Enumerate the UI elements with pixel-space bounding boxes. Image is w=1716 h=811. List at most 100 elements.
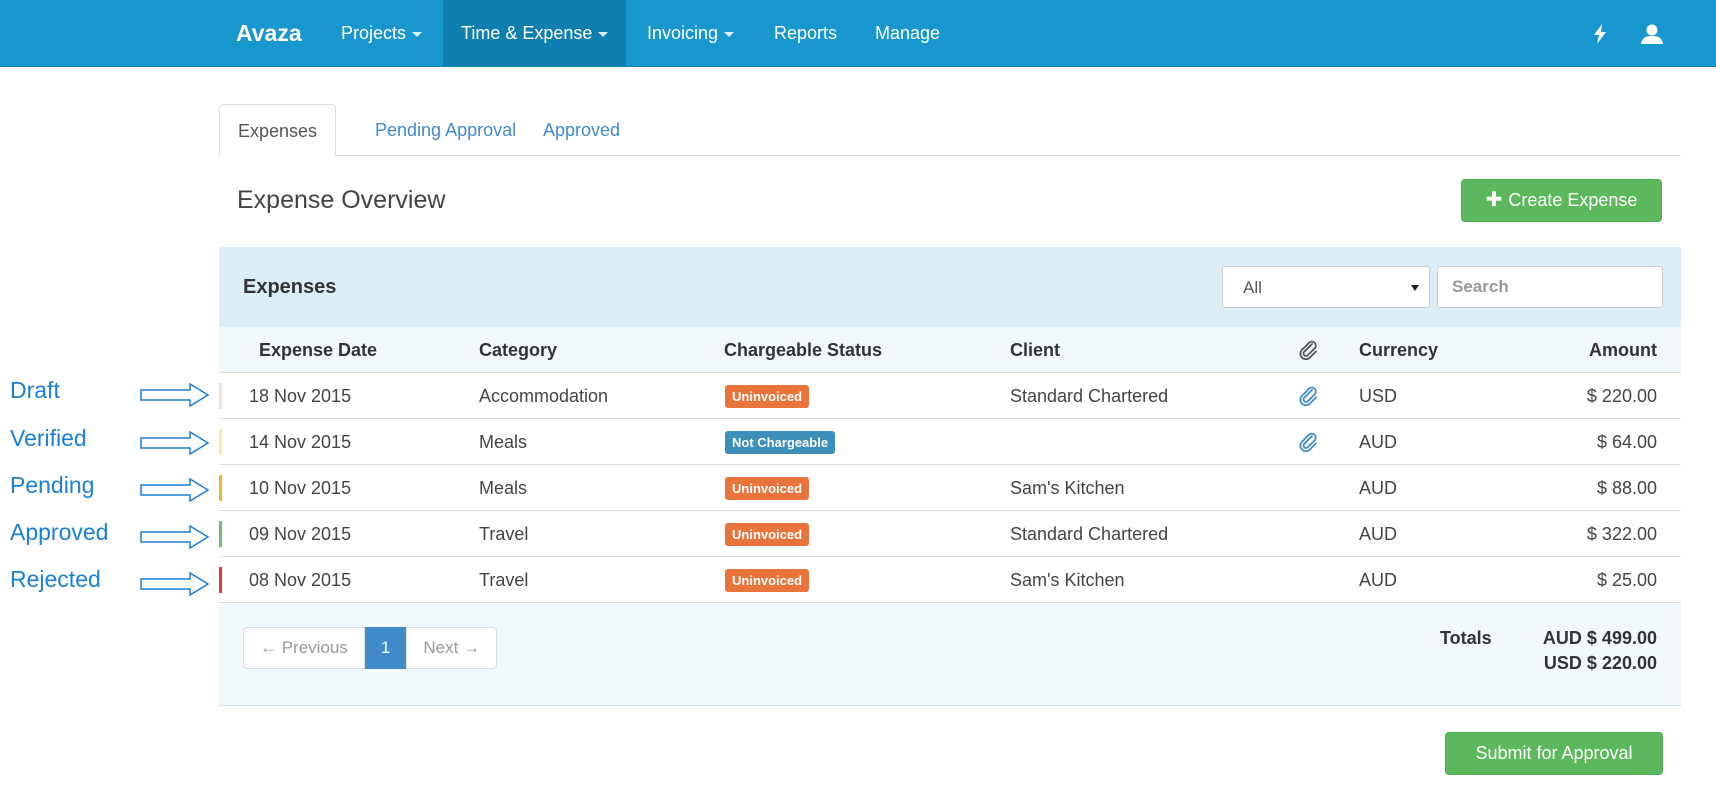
nav-reports-label: Reports (774, 23, 838, 43)
chargeable-status-badge: Uninvoiced (725, 569, 810, 592)
cell-date: 08 Nov 2015 (249, 570, 352, 590)
nav-reports[interactable]: Reports (756, 0, 855, 67)
expenses-panel-header: Expenses All (219, 247, 1681, 327)
status-indicator (219, 383, 222, 409)
col-amount[interactable]: Amount (1589, 327, 1657, 373)
nav-time-expense[interactable]: Time & Expense (443, 0, 627, 67)
total-aud: AUD $ 499.00 (1542, 628, 1657, 648)
cell-category: Meals (479, 432, 528, 452)
expense-tabs: Expenses Pending Approval Approved (219, 104, 1681, 157)
current-page-button[interactable]: 1 (364, 627, 407, 669)
cell-amount: $ 64.00 (1596, 432, 1657, 452)
cell-currency: AUD (1359, 570, 1398, 590)
cell-amount: $ 88.00 (1596, 478, 1657, 498)
table-body: 18 Nov 2015 Accommodation Uninvoiced Standa… (219, 373, 1681, 603)
nav-time-expense-label: Time & Expense (461, 23, 593, 43)
submit-for-approval-button[interactable]: Submit for Approval (1445, 732, 1663, 775)
create-expense-button[interactable]: ✚ Create Expense (1461, 179, 1662, 222)
cell-amount: $ 322.00 (1586, 524, 1657, 544)
total-usd: USD $ 220.00 (1543, 653, 1657, 673)
arrow-right-icon (140, 477, 210, 503)
cell-date: 09 Nov 2015 (249, 524, 352, 544)
attachment-icon[interactable] (1298, 385, 1320, 407)
col-currency[interactable]: Currency (1359, 327, 1438, 373)
arrow-right-icon (140, 571, 210, 597)
caret-down-icon (598, 31, 609, 37)
totals-label: Totals (1440, 628, 1492, 648)
cell-amount: $ 25.00 (1596, 570, 1657, 590)
cell-currency: AUD (1359, 524, 1398, 544)
brand-logo[interactable]: Avaza (236, 0, 302, 67)
annotation-label: Pending (10, 472, 95, 498)
table-row[interactable]: 10 Nov 2015 Meals Uninvoiced Sam's Kitchen A… (219, 465, 1681, 511)
nav-manage[interactable]: Manage (857, 0, 958, 67)
table-row[interactable]: 14 Nov 2015 Meals Not Chargeable AUD $ 64.00 (219, 419, 1681, 465)
attachment-icon (1298, 339, 1320, 361)
filter-selected-value: All (1243, 278, 1262, 297)
annotation-label: Verified (10, 425, 87, 451)
col-chargeable-status[interactable]: Chargeable Status (724, 327, 882, 373)
page-title: Expense Overview (237, 186, 446, 214)
create-expense-label: Create Expense (1508, 190, 1638, 210)
status-filter-select[interactable]: All (1222, 266, 1430, 308)
chargeable-status-badge: Uninvoiced (725, 523, 810, 546)
attachment-icon[interactable] (1298, 431, 1320, 453)
cell-category: Accommodation (479, 386, 609, 406)
status-indicator (219, 475, 222, 501)
pagination: ← Previous 1 Next → (243, 627, 498, 669)
cell-client: Standard Chartered (1010, 386, 1169, 406)
nav-projects-label: Projects (341, 23, 407, 43)
chargeable-status-badge: Not Chargeable (725, 431, 836, 454)
chargeable-status-badge: Uninvoiced (725, 385, 810, 408)
cell-category: Travel (479, 570, 529, 590)
cell-date: 10 Nov 2015 (249, 478, 352, 498)
caret-down-icon (1411, 285, 1419, 291)
col-expense-date[interactable]: Expense Date (259, 327, 377, 373)
tab-pending-approval[interactable]: Pending Approval (357, 104, 534, 156)
cell-currency: AUD (1359, 478, 1398, 498)
col-category[interactable]: Category (479, 327, 557, 373)
annotation-label: Approved (10, 519, 109, 545)
next-page-button[interactable]: Next → (406, 627, 498, 669)
tab-approved[interactable]: Approved (525, 104, 638, 156)
cell-client: Sam's Kitchen (1010, 478, 1125, 498)
table-header: Expense Date Category Chargeable Status … (219, 327, 1681, 373)
top-navbar: Avaza Projects Time & Expense Invoicing … (0, 0, 1716, 67)
cell-date: 14 Nov 2015 (249, 432, 352, 452)
annotation-label: Rejected (10, 566, 101, 592)
search-input[interactable] (1437, 266, 1663, 308)
arrow-right-icon (140, 524, 210, 550)
table-row[interactable]: 09 Nov 2015 Travel Uninvoiced Standard Char… (219, 511, 1681, 557)
status-indicator (219, 567, 222, 593)
table-row[interactable]: 18 Nov 2015 Accommodation Uninvoiced Standa… (219, 373, 1681, 419)
cell-amount: $ 220.00 (1586, 386, 1657, 406)
arrow-right-icon (140, 430, 210, 456)
chargeable-status-badge: Uninvoiced (725, 477, 810, 500)
expenses-panel-footer: ← Previous 1 Next → Totals AUD $ 499.00 … (219, 604, 1681, 706)
cell-category: Travel (479, 524, 529, 544)
cell-currency: USD (1359, 386, 1398, 406)
table-row[interactable]: 08 Nov 2015 Travel Uninvoiced Sam's Kitchen… (219, 557, 1681, 603)
user-icon[interactable] (1641, 0, 1663, 67)
nav-invoicing-label: Invoicing (647, 23, 719, 43)
cell-currency: AUD (1359, 432, 1398, 452)
annotation-label: Draft (10, 377, 60, 403)
tab-expenses[interactable]: Expenses (219, 104, 337, 157)
cell-date: 18 Nov 2015 (249, 386, 352, 406)
previous-page-button[interactable]: ← Previous (243, 627, 365, 669)
panel-title: Expenses (243, 276, 337, 298)
cell-client: Standard Chartered (1010, 524, 1169, 544)
nav-invoicing[interactable]: Invoicing (629, 0, 752, 67)
status-indicator (219, 429, 222, 455)
arrow-right-icon (140, 382, 210, 408)
caret-down-icon (412, 31, 423, 37)
status-indicator (219, 521, 222, 547)
nav-manage-label: Manage (875, 23, 941, 43)
expenses-table: Expense Date Category Chargeable Status … (219, 327, 1681, 603)
lightning-icon[interactable] (1593, 0, 1607, 67)
col-client[interactable]: Client (1010, 327, 1060, 373)
caret-down-icon (724, 31, 735, 37)
cell-client: Sam's Kitchen (1010, 570, 1125, 590)
nav-projects[interactable]: Projects (323, 0, 440, 67)
plus-icon: ✚ (1485, 189, 1503, 211)
